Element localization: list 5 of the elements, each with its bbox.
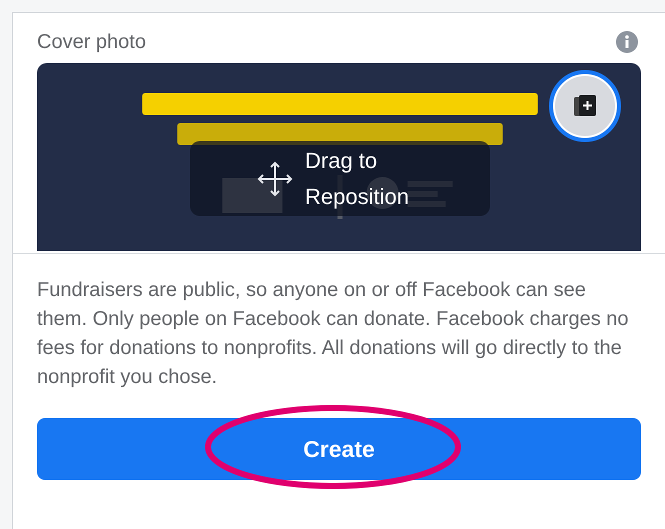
drag-to-reposition-label: Drag to Reposition — [305, 146, 410, 211]
info-icon[interactable] — [615, 30, 639, 54]
section-title: Cover photo — [37, 30, 146, 54]
create-button[interactable]: Create — [37, 418, 641, 480]
fundraiser-notice: Fundraisers are public, so anyone on or off Facebook can see them. Only people on Facebook can donate. Facebook charges no fees for donations to nonprofits. All donations will go directly to the nonprofit you chose. — [37, 278, 630, 390]
